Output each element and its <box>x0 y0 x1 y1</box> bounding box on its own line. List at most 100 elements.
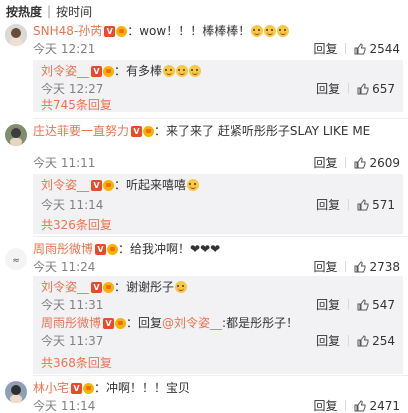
like-button[interactable]: 2738 <box>354 260 400 274</box>
thumbs-up-icon <box>354 156 366 168</box>
comment-line: 林小宅 V ：冲啊！！！宝贝 <box>33 381 190 395</box>
reply-mention-link[interactable]: @刘令姿__ <box>162 316 222 330</box>
sort-bar: 按热度 | 按时间 <box>6 3 92 20</box>
comment-username[interactable]: 庄达菲要一直努力 <box>33 124 129 138</box>
reply-username[interactable]: 刘令姿__ <box>41 178 89 192</box>
verified-badge-icon: V <box>91 65 103 77</box>
comment-username[interactable]: 林小宅 <box>33 381 69 395</box>
comment-divider <box>33 236 408 237</box>
reply-username[interactable]: 周雨彤微博 <box>41 316 101 330</box>
reply-button[interactable]: 回复 <box>316 332 340 349</box>
reply-item: 周雨彤微博 V ：回复 @刘令姿__ :都是彤彤子！ 今天 11:37 回复 2… <box>41 316 401 348</box>
emoji-icon <box>176 65 189 77</box>
reply-time: 今天 11:31 <box>41 298 104 312</box>
verified-badge-icon: V <box>95 243 107 255</box>
reply-username[interactable]: 刘令姿__ <box>41 64 89 78</box>
more-replies-link[interactable]: 共368条回复 <box>41 354 112 371</box>
like-button[interactable]: 2609 <box>354 156 400 170</box>
reply-time: 今天 11:37 <box>41 334 104 348</box>
thumbs-up-icon <box>357 198 369 210</box>
reply-username[interactable]: 刘令姿__ <box>41 280 89 294</box>
thumbs-up-icon <box>354 42 366 54</box>
thumbs-up-icon <box>354 399 366 411</box>
comment-item: ≈ 周雨彤微博 V ：给我冲啊！❤❤❤ 今天 11:24 回复 2738 刘令姿… <box>0 240 408 376</box>
reply-actions: 回复 571 <box>316 196 395 213</box>
crown-badge-icon <box>103 281 115 293</box>
like-button[interactable]: 571 <box>357 198 395 212</box>
like-count: 547 <box>372 297 395 312</box>
like-count: 571 <box>372 197 395 212</box>
reply-button[interactable]: 回复 <box>313 154 337 171</box>
action-divider <box>348 299 350 310</box>
reply-box: 刘令姿__ V ：有多棒 今天 12:27 回复 657 共745条回复 <box>33 60 403 112</box>
like-button[interactable]: 547 <box>357 298 395 312</box>
comment-divider <box>33 118 408 119</box>
comment-item: 庄达菲要一直努力 V ：来了来了 赶紧听彤彤子SLAY LIKE ME 今天 1… <box>0 122 408 238</box>
crown-badge-icon <box>115 317 127 329</box>
comment-line: 周雨彤微博 V ：给我冲啊！❤❤❤ <box>33 242 220 256</box>
comment-username[interactable]: 周雨彤微博 <box>33 242 93 256</box>
comment-item: 林小宅 V ：冲啊！！！宝贝 今天 11:14 回复 2471 <box>0 379 408 413</box>
avatar[interactable] <box>5 124 27 146</box>
comment-actions: 回复 2544 <box>313 40 400 57</box>
emoji-icon <box>251 25 264 37</box>
reply-time: 今天 12:27 <box>41 82 104 96</box>
like-button[interactable]: 2544 <box>354 42 400 56</box>
like-button[interactable]: 2471 <box>354 399 400 413</box>
comment-text: ：wow！！！棒棒棒！ <box>127 24 251 38</box>
comment-divider <box>33 375 408 376</box>
reply-button[interactable]: 回复 <box>316 296 340 313</box>
reply-text: ：谢谢彤子 <box>114 280 175 294</box>
reply-time: 今天 11:14 <box>41 198 104 212</box>
comment-time: 今天 11:11 <box>33 156 96 170</box>
emoji-icon <box>277 25 290 37</box>
thumbs-up-icon <box>354 260 366 272</box>
comment-text: ：来了来了 赶紧听彤彤子SLAY LIKE ME <box>154 124 371 138</box>
like-count: 2471 <box>369 398 400 413</box>
comment-time: 今天 11:24 <box>33 260 96 274</box>
reply-text-suffix: :都是彤彤子！ <box>222 316 299 330</box>
reply-line: 周雨彤微博 V ：回复 @刘令姿__ :都是彤彤子！ <box>41 316 298 330</box>
like-button[interactable]: 657 <box>357 82 395 96</box>
reply-box: 刘令姿__ V ：谢谢彤子 今天 11:31 回复 547 周雨彤微博 V ：回… <box>33 276 403 374</box>
avatar[interactable]: ≈ <box>5 248 27 270</box>
like-count: 254 <box>372 333 395 348</box>
reply-text-prefix: ：回复 <box>126 316 163 330</box>
reply-button[interactable]: 回复 <box>313 397 337 413</box>
verified-badge-icon: V <box>104 25 116 37</box>
reply-button[interactable]: 回复 <box>313 40 337 57</box>
reply-button[interactable]: 回复 <box>316 80 340 97</box>
sort-by-time-tab[interactable]: 按时间 <box>56 3 92 20</box>
comment-time: 今天 11:14 <box>33 399 96 413</box>
action-divider <box>345 261 347 272</box>
action-divider <box>348 335 350 346</box>
emoji-icon <box>264 25 277 37</box>
crown-badge-icon <box>107 243 119 255</box>
avatar[interactable] <box>5 24 27 46</box>
thumbs-up-icon <box>357 298 369 310</box>
verified-badge-icon: V <box>131 125 143 137</box>
reply-actions: 回复 547 <box>316 296 395 313</box>
comment-username[interactable]: SNH48-孙芮 <box>33 24 102 38</box>
like-count: 2738 <box>369 259 400 274</box>
reply-text: ：有多棒 <box>114 64 163 78</box>
more-replies-link[interactable]: 共745条回复 <box>41 96 112 113</box>
reply-line: 刘令姿__ V ：听起来嘻嘻 <box>41 178 200 192</box>
verified-badge-icon: V <box>91 179 103 191</box>
reply-item: 刘令姿__ V ：听起来嘻嘻 今天 11:14 回复 571 <box>41 178 401 214</box>
sort-by-hot-tab[interactable]: 按热度 <box>6 3 42 20</box>
reply-button[interactable]: 回复 <box>313 258 337 275</box>
reply-actions: 回复 254 <box>316 332 395 349</box>
like-button[interactable]: 254 <box>357 334 395 348</box>
comment-line: 庄达菲要一直努力 V ：来了来了 赶紧听彤彤子SLAY LIKE ME <box>33 124 370 138</box>
crown-badge-icon <box>116 25 128 37</box>
more-replies-link[interactable]: 共326条回复 <box>41 216 112 233</box>
like-count: 2609 <box>369 155 400 170</box>
avatar[interactable] <box>5 381 27 403</box>
reply-text: ：听起来嘻嘻 <box>114 178 187 192</box>
sort-separator: | <box>47 4 52 18</box>
reply-button[interactable]: 回复 <box>316 196 340 213</box>
comment-text: ：给我冲啊！❤❤❤ <box>118 242 221 256</box>
emoji-icon <box>187 179 200 191</box>
verified-badge-icon: V <box>71 382 83 394</box>
